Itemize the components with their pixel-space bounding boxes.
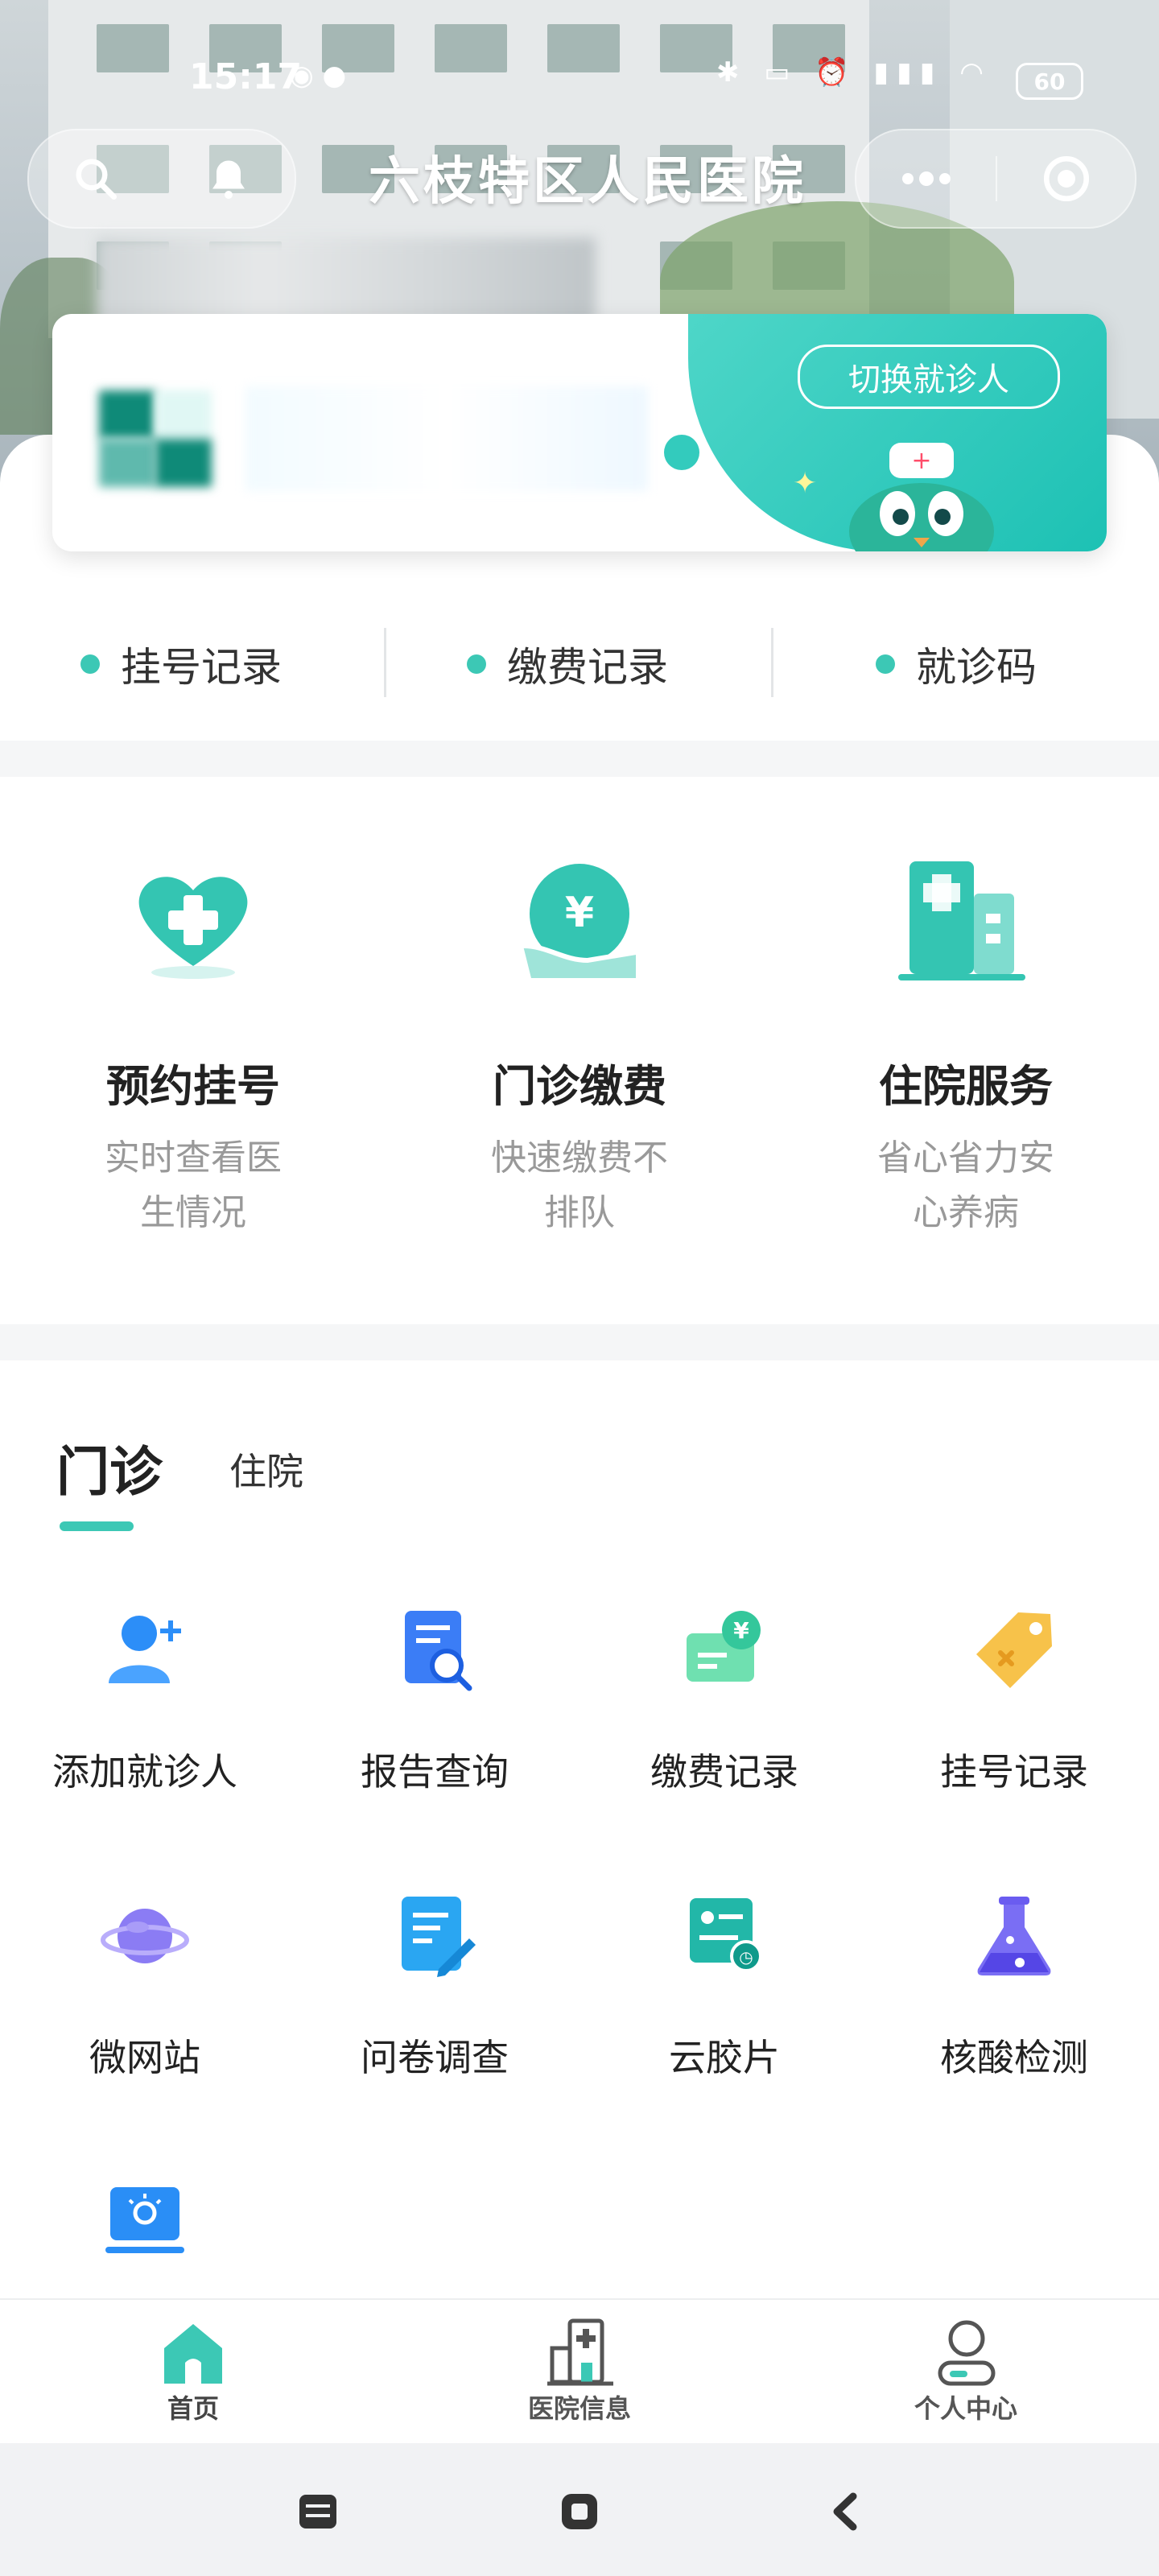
survey-icon xyxy=(390,1892,479,1980)
home-button-icon[interactable] xyxy=(551,2483,608,2540)
search-icon[interactable] xyxy=(29,130,162,227)
hospital-icon xyxy=(546,2316,615,2388)
add-user-icon xyxy=(101,1606,189,1695)
service-title: 门诊缴费 xyxy=(493,1061,666,1112)
grid-item-label: 挂号记录 xyxy=(940,1750,1088,1794)
grid-item-report-query[interactable]: 报告查询 xyxy=(290,1606,580,1847)
grid-item-label: 问卷调查 xyxy=(361,2036,509,2079)
svg-text:◷: ◷ xyxy=(739,1947,753,1967)
hospital-name: 六枝特区人民医院 xyxy=(369,152,806,212)
grid-item-label: 微网站 xyxy=(89,2036,200,2079)
avatar-part xyxy=(99,439,155,487)
quick-link-label: 就诊码 xyxy=(916,644,1037,691)
header-left-actions xyxy=(27,129,296,229)
grid-item-label: 云胶片 xyxy=(669,2036,780,2079)
planet-icon xyxy=(101,1892,189,1980)
main-services: 预约挂号 实时查看医生情况 ¥ 门诊缴费 快速缴费不排队 住院服务 省心省力安心… xyxy=(0,777,1159,1324)
status-icons: ✱ ▭ ⏰ ▮▮▮ ◠ xyxy=(716,56,992,89)
svg-text:+: + xyxy=(911,447,931,475)
grid-item-micro-site[interactable]: 微网站 xyxy=(0,1892,290,2133)
quick-link-registration-records[interactable]: 挂号记录 xyxy=(80,612,282,716)
close-target-icon[interactable] xyxy=(997,130,1135,227)
tab-indicator xyxy=(60,1521,134,1531)
report-search-icon xyxy=(390,1606,479,1695)
service-title: 住院服务 xyxy=(879,1061,1053,1112)
quick-link-label: 挂号记录 xyxy=(121,644,282,691)
tab-inpatient[interactable]: 住院 xyxy=(229,1443,303,1496)
grid-item-label: 报告查询 xyxy=(361,1750,509,1794)
quick-link-visit-code[interactable]: 就诊码 xyxy=(876,612,1037,716)
decor-dot xyxy=(664,435,699,470)
svg-text:¥: ¥ xyxy=(733,1617,749,1644)
hospital-building-icon xyxy=(893,853,1030,990)
tab-home[interactable]: 首页 xyxy=(97,2300,290,2445)
service-title: 预约挂号 xyxy=(106,1061,280,1112)
service-description: 省心省力安心养病 xyxy=(877,1137,1054,1233)
yuan-hand-icon: ¥ xyxy=(515,857,644,986)
grid-item-add-patient[interactable]: 添加就诊人 xyxy=(0,1606,290,1847)
home-icon xyxy=(159,2319,227,2387)
bullet-dot xyxy=(876,654,895,674)
tab-label: 首页 xyxy=(167,2393,219,2424)
divider xyxy=(384,628,386,697)
tab-personal-center[interactable]: 个人中心 xyxy=(869,2300,1062,2445)
patient-card[interactable]: + ✦ 切换就诊人 xyxy=(52,314,1107,551)
tab-label: 医院信息 xyxy=(527,2393,631,2424)
quick-link-payment-records[interactable]: 缴费记录 xyxy=(467,612,668,716)
back-icon[interactable] xyxy=(817,2483,873,2540)
monitor-icon xyxy=(101,2178,189,2266)
grid-item-cloud-film[interactable]: ◷ 云胶片 xyxy=(580,1892,869,2133)
bottom-tab-bar: 首页 医院信息 个人中心 xyxy=(0,2298,1159,2445)
quick-link-label: 缴费记录 xyxy=(507,644,668,691)
grid-item-registration-records[interactable]: 挂号记录 xyxy=(869,1606,1159,1847)
tag-icon xyxy=(970,1606,1058,1695)
nurse-mascot-icon: + xyxy=(833,435,1010,551)
service-inpatient[interactable]: 住院服务 省心省力安心养病 xyxy=(773,777,1159,1324)
user-icon xyxy=(932,2316,1001,2388)
service-description: 快速缴费不排队 xyxy=(491,1137,668,1233)
system-navigation-bar xyxy=(0,2443,1159,2576)
tab-hospital-info[interactable]: 医院信息 xyxy=(483,2300,676,2445)
grid-item-survey[interactable]: 问卷调查 xyxy=(290,1892,580,2133)
cloud-film-icon: ◷ xyxy=(680,1892,769,1980)
divider xyxy=(771,628,773,697)
battery-indicator: 60 xyxy=(1016,63,1083,100)
quick-links: 挂号记录 缴费记录 就诊码 xyxy=(0,612,1159,716)
bullet-dot xyxy=(80,654,100,674)
grid-item-label: 核酸检测 xyxy=(940,2036,1088,2079)
heart-plus-icon xyxy=(129,861,258,982)
status-time: 15:17 xyxy=(189,56,303,97)
grid-item-payment-records[interactable]: ¥ 缴费记录 xyxy=(580,1606,869,1847)
mini-program-capsule xyxy=(855,129,1136,229)
service-description: 实时查看医生情况 xyxy=(105,1137,282,1233)
grid-item-nucleic-acid-test[interactable]: 核酸检测 xyxy=(869,1892,1159,2133)
patient-info-blurred xyxy=(245,386,648,491)
service-appointment[interactable]: 预约挂号 实时查看医生情况 xyxy=(0,777,386,1324)
service-outpatient-payment[interactable]: ¥ 门诊缴费 快速缴费不排队 xyxy=(386,777,773,1324)
notification-icons: ◉ ● xyxy=(290,60,347,92)
tab-label: 个人中心 xyxy=(914,2393,1017,2424)
svg-text:¥: ¥ xyxy=(565,889,594,937)
sparkle-icon: ✦ xyxy=(793,467,818,500)
avatar-part xyxy=(155,439,212,487)
grid-item-label: 添加就诊人 xyxy=(52,1750,237,1794)
bell-icon[interactable] xyxy=(162,130,295,227)
grid-item-label: 缴费记录 xyxy=(650,1750,798,1794)
bullet-dot xyxy=(467,654,486,674)
avatar xyxy=(99,390,155,439)
switch-patient-button[interactable]: 切换就诊人 xyxy=(798,345,1060,409)
flask-icon xyxy=(970,1892,1058,1980)
payment-card-icon: ¥ xyxy=(680,1606,769,1695)
avatar-part xyxy=(155,390,212,439)
menu-icon[interactable] xyxy=(290,2483,346,2540)
more-icon[interactable] xyxy=(856,130,996,227)
tab-outpatient[interactable]: 门诊 xyxy=(56,1429,163,1506)
